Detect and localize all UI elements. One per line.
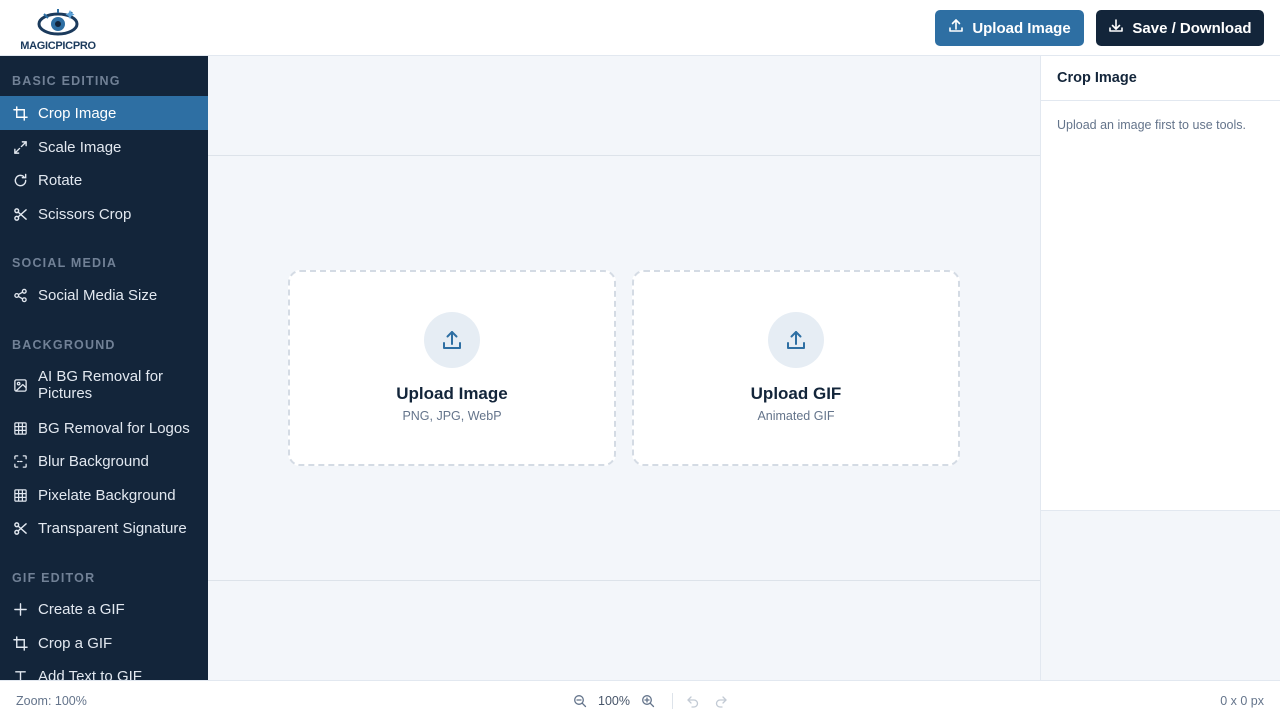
share-icon xyxy=(12,287,28,303)
sidebar-item-label: Pixelate Background xyxy=(38,486,176,504)
text-icon xyxy=(12,668,28,680)
sidebar-item-scale-image[interactable]: Scale Image xyxy=(0,130,208,164)
scissors-icon xyxy=(12,520,28,536)
section-title-social-media: SOCIAL MEDIA xyxy=(12,256,118,270)
sidebar-item-create-gif[interactable]: Create a GIF xyxy=(0,592,208,626)
upload-image-label: Upload Image xyxy=(972,19,1071,37)
upload-image-card-title: Upload Image xyxy=(396,384,508,403)
zoom-label: Zoom: 100% xyxy=(16,694,87,708)
section-title-background: BACKGROUND xyxy=(12,338,116,352)
image-icon xyxy=(12,377,28,393)
sidebar-item-ai-bg-removal[interactable]: AI BG Removal for Pictures xyxy=(0,360,208,410)
sidebar-item-label: BG Removal for Logos xyxy=(38,419,190,437)
redo-icon[interactable] xyxy=(713,693,729,709)
sidebar-item-label: Scale Image xyxy=(38,138,122,156)
sidebar-item-label: Crop a GIF xyxy=(38,634,113,652)
sidebar-item-label: Create a GIF xyxy=(38,600,125,618)
canvas-guide-bottom xyxy=(208,580,1040,581)
save-download-label: Save / Download xyxy=(1132,19,1252,37)
expand-icon xyxy=(12,139,28,155)
section-title-gif-editor: GIF EDITOR xyxy=(12,571,96,585)
zoom-in-icon[interactable] xyxy=(640,693,656,709)
sidebar-item-crop-gif[interactable]: Crop a GIF xyxy=(0,626,208,660)
app-logo[interactable]: MAGICPICPRO xyxy=(16,4,100,52)
zoom-out-icon[interactable] xyxy=(572,693,588,709)
sidebar-item-label: Add Text to GIF xyxy=(38,667,142,681)
sidebar-item-rotate[interactable]: Rotate xyxy=(0,163,208,197)
image-dimensions: 0 x 0 px xyxy=(1220,694,1264,708)
section-title-basic-editing: BASIC EDITING xyxy=(12,74,121,88)
plus-icon xyxy=(12,601,28,617)
upload-icon xyxy=(948,18,964,38)
crop-icon xyxy=(12,105,28,121)
undo-icon[interactable] xyxy=(685,693,701,709)
upload-image-button[interactable]: Upload Image xyxy=(935,10,1084,46)
logo-text: MAGICPICPRO xyxy=(20,40,96,52)
tool-panel: Crop Image Upload an image first to use … xyxy=(1040,56,1280,680)
panel-title: Crop Image xyxy=(1057,70,1137,86)
zoom-separator xyxy=(671,693,673,709)
upload-gif-card-formats: Animated GIF xyxy=(757,409,835,423)
panel-divider xyxy=(1041,100,1280,101)
sidebar-item-label: Crop Image xyxy=(38,104,117,122)
eye-logo-icon xyxy=(36,8,80,40)
top-header: MAGICPICPRO Upload Image Save / Download xyxy=(0,0,1280,56)
save-download-button[interactable]: Save / Download xyxy=(1096,10,1264,46)
panel-empty-message: Upload an image first to use tools. xyxy=(1057,118,1246,132)
upload-gif-card[interactable]: Upload GIF Animated GIF xyxy=(632,270,960,466)
sidebar-item-transparent-signature[interactable]: Transparent Signature xyxy=(0,511,208,545)
grid-icon xyxy=(12,420,28,436)
sidebar-item-label: Scissors Crop xyxy=(38,205,132,223)
sidebar-item-crop-image[interactable]: Crop Image xyxy=(0,96,208,130)
download-icon xyxy=(1108,18,1124,38)
status-bar: Zoom: 100% 100% 0 x 0 px xyxy=(0,680,1280,720)
upload-image-card-formats: PNG, JPG, WebP xyxy=(402,409,502,423)
canvas-guide-top xyxy=(208,155,1040,156)
rotate-icon xyxy=(12,172,28,188)
panel-lower-area xyxy=(1041,510,1280,680)
grid-icon xyxy=(12,487,28,503)
zoom-controls: 100% xyxy=(572,691,729,711)
scissors-icon xyxy=(12,206,28,222)
canvas-area: Upload Image PNG, JPG, WebP Upload GIF A… xyxy=(208,56,1040,680)
sidebar-item-social-media-size[interactable]: Social Media Size xyxy=(0,278,208,312)
upload-image-card[interactable]: Upload Image PNG, JPG, WebP xyxy=(288,270,616,466)
upload-gif-card-title: Upload GIF xyxy=(750,384,842,403)
upload-icon xyxy=(768,312,824,368)
sidebar-item-label: AI BG Removal for Pictures xyxy=(38,368,164,402)
sidebar-item-label: Transparent Signature xyxy=(38,519,187,537)
sidebar-item-bg-removal-logos[interactable]: BG Removal for Logos xyxy=(0,411,208,445)
sidebar-item-pixelate-background[interactable]: Pixelate Background xyxy=(0,478,208,512)
upload-icon xyxy=(424,312,480,368)
sidebar-item-blur-background[interactable]: Blur Background xyxy=(0,444,208,478)
crop-icon xyxy=(12,635,28,651)
sidebar-item-label: Rotate xyxy=(38,171,83,189)
sidebar-item-scissors-crop[interactable]: Scissors Crop xyxy=(0,197,208,231)
sidebar-item-label: Blur Background xyxy=(38,452,149,470)
sidebar-item-add-text-gif[interactable]: Add Text to GIF xyxy=(0,659,208,680)
focus-icon xyxy=(12,453,28,469)
zoom-value: 100% xyxy=(598,694,630,708)
sidebar-item-label: Social Media Size xyxy=(38,286,158,304)
sidebar: BASIC EDITING Crop Image Scale Image Rot… xyxy=(0,56,208,680)
